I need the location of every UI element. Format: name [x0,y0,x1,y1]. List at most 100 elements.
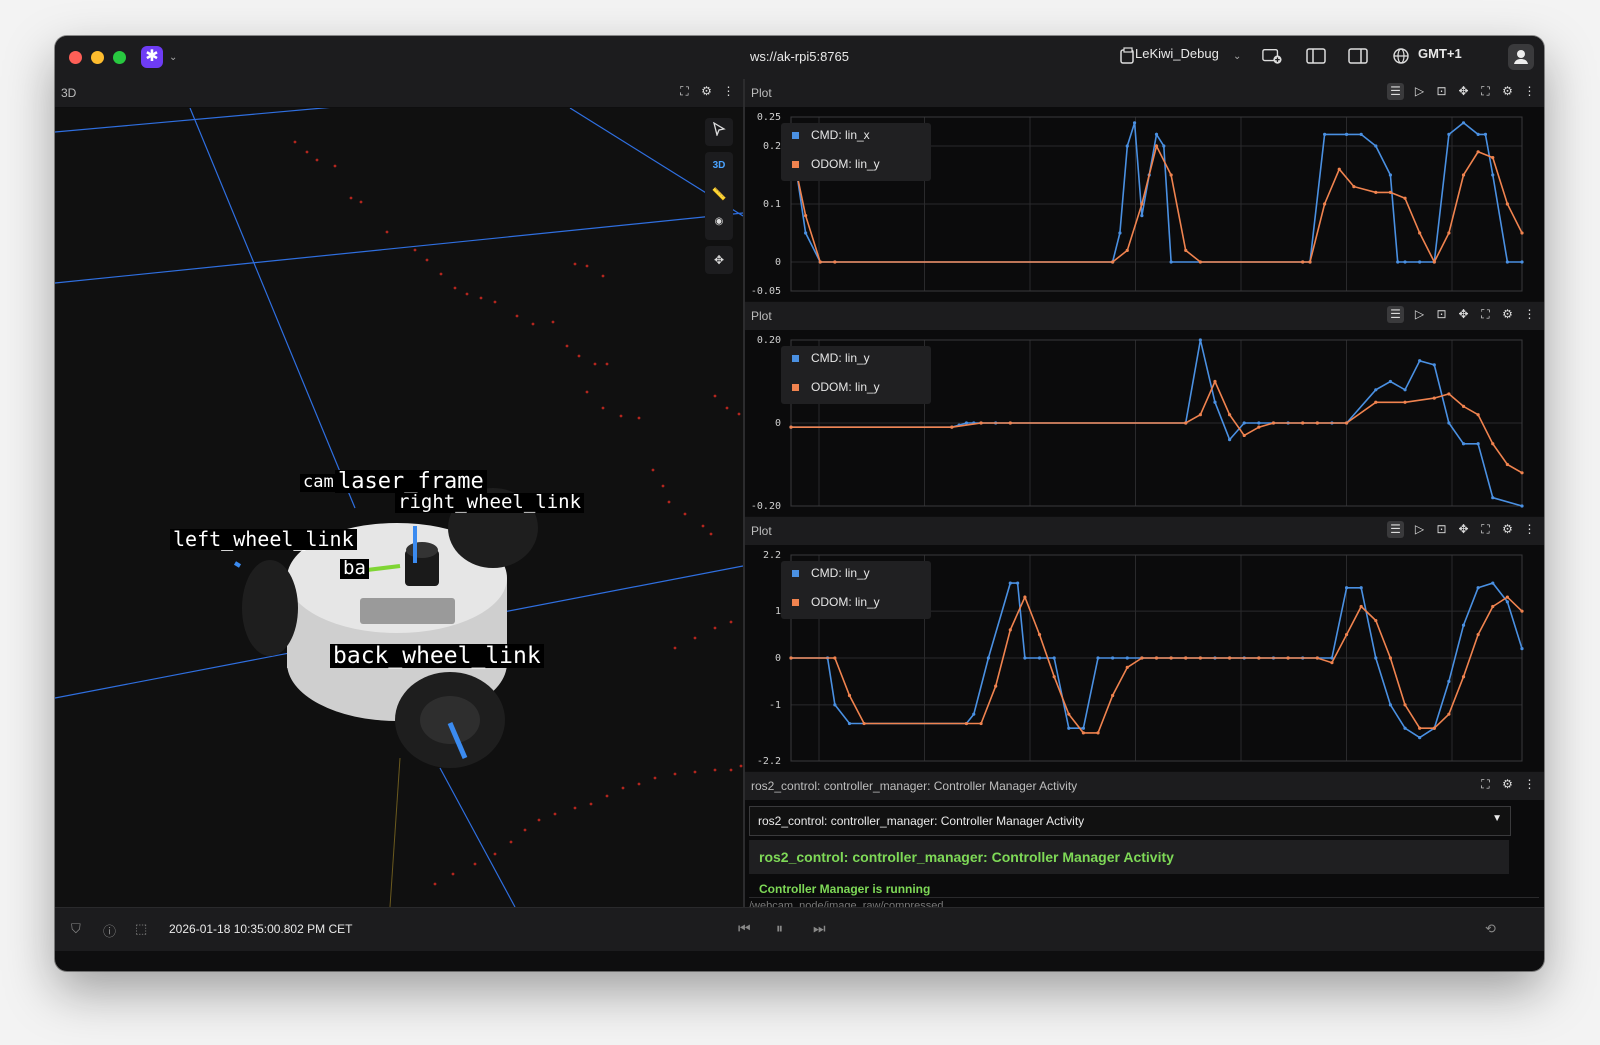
gear-icon[interactable]: ⚙ [1501,308,1514,321]
data-point [1520,231,1524,235]
plot-1-legend[interactable]: CMD: lin_x ODOM: lin_y [781,123,931,181]
more-icon[interactable]: ⋮ [1523,85,1536,98]
fullscreen-icon[interactable]: ⛶ [1479,308,1492,321]
y-tick-label: 0.1 [763,199,781,210]
legend-toggle-icon[interactable]: ☰ [1387,83,1404,100]
gear-icon[interactable]: ⚙ [700,85,713,98]
diagnostics-panel: ros2_control: controller_manager: Contro… [745,772,1544,912]
dropdown-arrow-icon: ▼ [1492,813,1502,824]
data-point [1403,260,1407,264]
user-avatar[interactable] [1508,44,1534,70]
seek-forward-button[interactable]: ⏭ [813,920,826,937]
zoom-icon[interactable]: ⊡ [1435,308,1448,321]
plot-2-legend[interactable]: CMD: lin_y ODOM: lin_y [781,346,931,404]
zoom-icon[interactable]: ⊡ [1435,523,1448,536]
data-point [1505,600,1509,604]
legend-item-odom[interactable]: ODOM: lin_y [792,380,880,400]
diagnostic-select[interactable]: ros2_control: controller_manager: Contro… [749,806,1511,836]
data-point [1374,618,1378,623]
data-point [1461,442,1466,446]
legend-item-odom[interactable]: ODOM: lin_y [792,595,880,615]
pan-icon[interactable]: ✥ [1457,85,1470,98]
data-point [1403,703,1407,707]
fullscreen-icon[interactable]: ⛶ [678,85,691,98]
data-point [1418,735,1422,740]
fullscreen-icon[interactable]: ⛶ [1479,85,1492,98]
legend-toggle-icon[interactable]: ☰ [1387,306,1404,323]
data-point [1125,665,1129,669]
data-point [1476,150,1480,154]
3d-mode-toggle[interactable]: 3D [705,152,733,180]
selection-icon[interactable]: ⬚ [135,921,147,937]
fullscreen-icon[interactable]: ⛶ [1479,523,1492,536]
data-point [1111,693,1115,698]
zoom-icon[interactable]: ⊡ [1435,85,1448,98]
shield-icon[interactable]: ⛉ [71,921,81,937]
data-point [1418,359,1422,363]
ruler-icon[interactable]: 📏 [705,180,733,208]
fullscreen-icon[interactable]: ⛶ [1479,778,1492,791]
legend-toggle-icon[interactable]: ☰ [1387,521,1404,538]
play-icon[interactable]: ▷ [1413,523,1426,536]
more-icon[interactable]: ⋮ [722,85,735,98]
data-point [1418,726,1422,730]
pan-icon[interactable]: ✥ [1457,308,1470,321]
data-point [1184,248,1188,252]
data-point [1315,421,1319,425]
add-panel-icon[interactable] [1262,47,1282,65]
legend-item-cmd[interactable]: CMD: lin_y [792,351,870,371]
data-point [1374,400,1378,404]
recenter-button[interactable]: ✥ [705,246,733,274]
legend-item-cmd[interactable]: CMD: lin_y [792,566,870,586]
y-tick-label: -0.20 [751,501,781,512]
layout-chevron-icon[interactable]: ⌄ [1233,51,1241,62]
info-icon[interactable]: ⓘ [103,921,116,940]
data-point [1198,260,1202,264]
publish-point-icon[interactable]: ◉ [705,208,733,236]
select-tool-button[interactable] [705,118,733,146]
play-icon[interactable]: ▷ [1413,308,1426,321]
layout-selector[interactable]: LeKiwi_Debug [1135,46,1219,61]
more-icon[interactable]: ⋮ [1523,523,1536,536]
plot-panel-2: Plot ☰ ▷ ⊡ ✥ ⛶ ⚙ ⋮ 0.20 0 -0.20 CMD: lin_y… [745,302,1544,516]
data-point [1228,438,1232,442]
data-point [804,231,808,235]
data-point [1037,656,1042,660]
tf-label-cam: cam [300,473,337,492]
plot-3-legend[interactable]: CMD: lin_y ODOM: lin_y [781,561,931,619]
left-sidebar-toggle-icon[interactable] [1306,47,1326,65]
data-point [1213,400,1217,404]
gear-icon[interactable]: ⚙ [1501,85,1514,98]
data-point [1344,421,1349,425]
data-point [1323,202,1327,206]
y-tick-label: 2.2 [763,550,781,561]
gear-icon[interactable]: ⚙ [1501,523,1514,536]
gear-icon[interactable]: ⚙ [1501,778,1514,791]
data-point [1198,413,1202,417]
diagnostics-header: ros2_control: controller_manager: Contro… [745,772,1544,800]
pan-icon[interactable]: ✥ [1457,523,1470,536]
play-icon[interactable]: ▷ [1413,85,1426,98]
legend-item-cmd[interactable]: CMD: lin_x [792,128,870,148]
timezone-selector[interactable]: GMT+1 [1418,46,1462,61]
y-tick-label: 0.2 [763,141,781,152]
data-point [1132,121,1137,125]
data-point [1491,442,1495,446]
more-icon[interactable]: ⋮ [1523,308,1536,321]
3d-viewport[interactable]: cam laser_frame right_wheel_link left_wh… [55,108,743,907]
data-point [1461,173,1466,177]
pause-button[interactable]: ⏸ [776,920,783,937]
plot-1-title: Plot [751,86,772,100]
seek-back-button[interactable]: ⏮ [738,920,751,937]
data-point [1359,604,1363,609]
plot-2-header: Plot ☰ ▷ ⊡ ✥ ⛶ ⚙ ⋮ [745,302,1544,330]
tf-label-base-link: ba [340,558,369,579]
legend-item-odom[interactable]: ODOM: lin_y [792,157,880,177]
data-point [1081,731,1085,735]
loop-off-icon[interactable]: ⟲ [1485,921,1496,937]
globe-icon[interactable] [1392,47,1412,65]
data-point [1271,421,1276,425]
user-icon [1514,50,1528,64]
more-icon[interactable]: ⋮ [1523,778,1536,791]
right-sidebar-toggle-icon[interactable] [1348,47,1368,65]
